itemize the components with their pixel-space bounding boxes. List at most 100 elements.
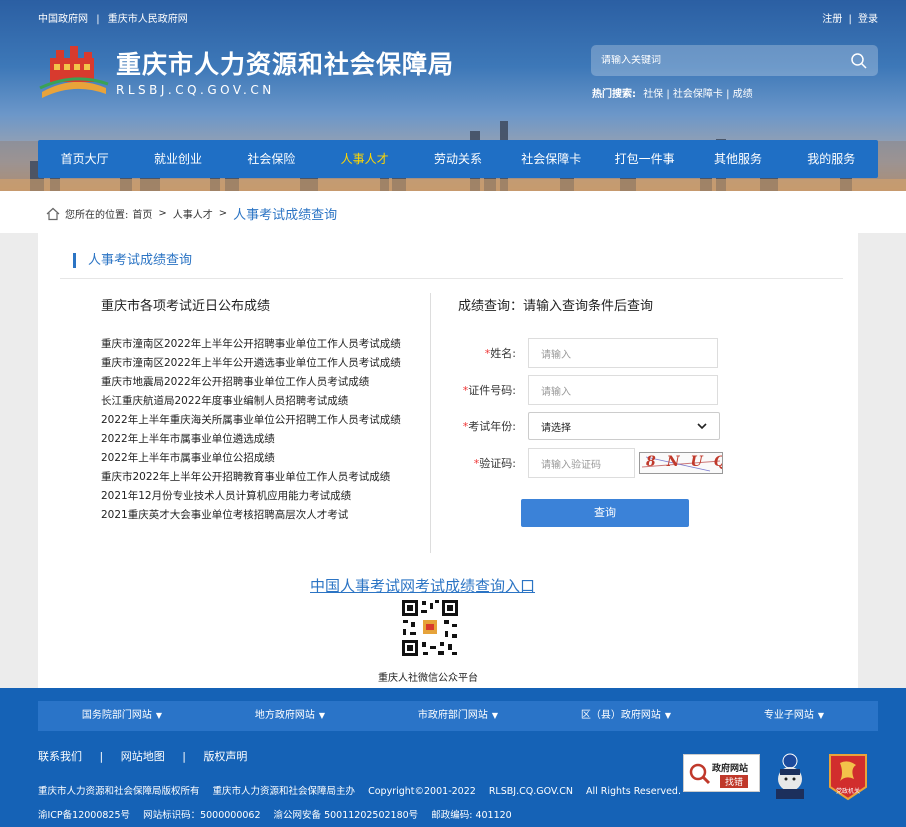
year-row: *考试年份: 请选择 [458, 412, 720, 440]
footer-dropdown-subsites[interactable]: 专业子网站 ▼ [710, 701, 878, 731]
list-item[interactable]: 重庆市2022年上半年公开招聘教育事业单位工作人员考试成绩 [101, 468, 401, 487]
site-title: 重庆市人力资源和社会保障局 [116, 50, 455, 79]
captcha-field[interactable]: 请输入验证码 [528, 448, 635, 478]
cpta-entry-link[interactable]: 中国人事考试网考试成绩查询入口 [310, 575, 535, 596]
id-row: *证件号码: 请输入 [458, 375, 718, 405]
list-item[interactable]: 重庆市潼南区2022年上半年公开遴选事业单位工作人员考试成绩 [101, 354, 401, 373]
captcha-row: *验证码: 请输入验证码 8NUQ [458, 448, 723, 478]
hot-search: 热门搜索: 社保 | 社会保障卡 | 成绩 [592, 89, 753, 100]
badge-gov-line2: 找错 [720, 775, 749, 788]
captcha-label: *验证码: [473, 457, 516, 470]
auth-links: 注册 | 登录 [822, 10, 878, 25]
caret-down-icon: ▼ [664, 711, 672, 720]
list-item[interactable]: 2022年上半年重庆海关所属事业单位公开招聘工作人员考试成绩 [101, 411, 401, 430]
hot-search-item[interactable]: 社会保障卡 [673, 89, 723, 100]
list-item[interactable]: 2021重庆英才大会事业单位考核招聘高层次人才考试 [101, 506, 401, 525]
exam-year-value: 请选择 [541, 422, 571, 434]
party-gov-badge-icon[interactable]: 党政机关 [826, 751, 870, 801]
list-item[interactable]: 2021年12月份专业技术人员计算机应用能力考试成绩 [101, 487, 401, 506]
query-title: 成绩查询：请输入查询条件后查询 [458, 299, 654, 314]
nav-item-package[interactable]: 打包一件事 [598, 140, 691, 178]
footer-dropdown-district[interactable]: 区（县）政府网站 ▼ [542, 701, 710, 731]
list-item[interactable]: 2022年上半年市属事业单位遴选成绩 [101, 430, 401, 449]
police-record: 渝公网安备 50011202502180号 [273, 810, 419, 821]
footer-dropdown-local-gov[interactable]: 地方政府网站 ▼ [206, 701, 374, 731]
register-link[interactable]: 注册 [822, 14, 842, 25]
hot-search-item[interactable]: 成绩 [733, 89, 753, 100]
breadcrumb-current: 人事考试成绩查询 [233, 208, 338, 223]
hot-search-label: 热门搜索: [592, 89, 636, 100]
qr-code [400, 598, 460, 658]
qr-caption: 重庆人社微信公众平台 [378, 673, 478, 684]
section-title: 人事考试成绩查询 [73, 253, 192, 268]
name-field[interactable]: 请输入 [528, 338, 718, 368]
caret-down-icon: ▼ [155, 711, 163, 720]
site-logo[interactable]: 重庆市人力资源和社会保障局 RLSBJ.CQ.GOV.CN [38, 44, 454, 98]
year-label: *考试年份: [462, 420, 516, 433]
breadcrumb-prefix: 您所在的位置: [65, 210, 129, 221]
search-input[interactable] [601, 55, 850, 66]
police-badge-icon[interactable] [768, 751, 812, 801]
captcha-image[interactable]: 8NUQ [639, 452, 723, 474]
badge-gov-line1: 政府网站 [712, 764, 749, 774]
nav-item-social-card[interactable]: 社会保障卡 [505, 140, 598, 178]
id-number-field[interactable]: 请输入 [528, 375, 718, 405]
column-divider [430, 293, 431, 553]
site-header: 中国政府网 | 重庆市人民政府网 注册 | 登录 重庆市人力资源和社会保障局 R… [0, 0, 906, 191]
list-item[interactable]: 重庆市地震局2022年公开招聘事业单位工作人员考试成绩 [101, 373, 401, 392]
top-links-sep: | [96, 14, 100, 25]
exam-year-select[interactable]: 请选择 [528, 412, 720, 440]
search-icon[interactable] [850, 52, 868, 70]
party-badge-text: 党政机关 [836, 787, 860, 795]
footer-links: 联系我们 | 网站地图 | 版权声明 [38, 748, 247, 764]
list-item[interactable]: 2022年上半年市属事业单位公招成绩 [101, 449, 401, 468]
postal-code: 邮政编码: 401120 [431, 810, 512, 821]
footer-dropdown-state-council[interactable]: 国务院部门网站 ▼ [38, 701, 206, 731]
copyright-years: Copyright©2001-2022 [368, 786, 476, 797]
footer-registration: 渝ICP备12000825号 网站标识码：5000000062 渝公网安备 50… [38, 807, 522, 821]
name-label: *姓名: [484, 347, 516, 360]
footer-domain: RLSBJ.CQ.GOV.CN [488, 786, 573, 797]
section-divider [60, 278, 843, 279]
contact-link[interactable]: 联系我们 [38, 750, 82, 763]
breadcrumb-personnel[interactable]: 人事人才 [173, 206, 213, 221]
nav-item-labor-relations[interactable]: 劳动关系 [411, 140, 504, 178]
nav-item-home[interactable]: 首页大厅 [38, 140, 131, 178]
nav-item-employment[interactable]: 就业创业 [131, 140, 224, 178]
search-box [591, 45, 878, 76]
home-icon [46, 207, 60, 220]
query-button[interactable]: 查询 [521, 499, 689, 527]
nav-item-social-insurance[interactable]: 社会保险 [225, 140, 318, 178]
bureau-logo-icon [39, 46, 109, 98]
rights-reserved: All Rights Reserved. [585, 786, 681, 797]
login-link[interactable]: 登录 [858, 14, 878, 25]
footer-sep: | [99, 750, 104, 763]
recent-results-list: 重庆市潼南区2022年上半年公开招聘事业单位工作人员考试成绩 重庆市潼南区202… [101, 335, 401, 525]
top-links: 中国政府网 | 重庆市人民政府网 [38, 10, 188, 25]
site-domain: RLSBJ.CQ.GOV.CN [116, 83, 275, 97]
caret-down-icon: ▼ [491, 711, 499, 720]
main-nav: 首页大厅 就业创业 社会保险 人事人才 劳动关系 社会保障卡 打包一件事 其他服… [38, 140, 878, 178]
nav-item-my-services[interactable]: 我的服务 [785, 140, 878, 178]
hot-search-item[interactable]: 社保 [643, 89, 663, 100]
gov-site-error-report-badge[interactable]: 政府网站 找错 [683, 754, 760, 792]
organizer: 重庆市人力资源和社会保障局主办 [212, 786, 356, 797]
gov-cn-link[interactable]: 中国政府网 [38, 14, 88, 25]
icp-number: 渝ICP备12000825号 [38, 810, 131, 821]
breadcrumb-home[interactable]: 首页 [132, 206, 152, 221]
list-item[interactable]: 长江重庆航道局2022年度事业编制人员招聘考试成绩 [101, 392, 401, 411]
nav-item-personnel[interactable]: 人事人才 [318, 140, 411, 178]
nav-item-other[interactable]: 其他服务 [691, 140, 784, 178]
footer-site-links: 国务院部门网站 ▼ 地方政府网站 ▼ 市政府部门网站 ▼ 区（县）政府网站 ▼ 专业子网… [38, 701, 878, 731]
cq-gov-link[interactable]: 重庆市人民政府网 [108, 14, 188, 25]
list-item[interactable]: 重庆市潼南区2022年上半年公开招聘事业单位工作人员考试成绩 [101, 335, 401, 354]
copyright-owner: 重庆市人力资源和社会保障局版权所有 [38, 786, 200, 797]
caret-down-icon: ▼ [817, 711, 825, 720]
footer-dropdown-city-dept[interactable]: 市政府部门网站 ▼ [374, 701, 542, 731]
id-label: *证件号码: [462, 384, 516, 397]
sitemap-link[interactable]: 网站地图 [121, 750, 165, 763]
breadcrumb-sep: > [218, 208, 228, 219]
breadcrumb-sep: > [158, 208, 167, 219]
footer-sep: | [182, 750, 186, 763]
copyright-link[interactable]: 版权声明 [203, 750, 247, 763]
